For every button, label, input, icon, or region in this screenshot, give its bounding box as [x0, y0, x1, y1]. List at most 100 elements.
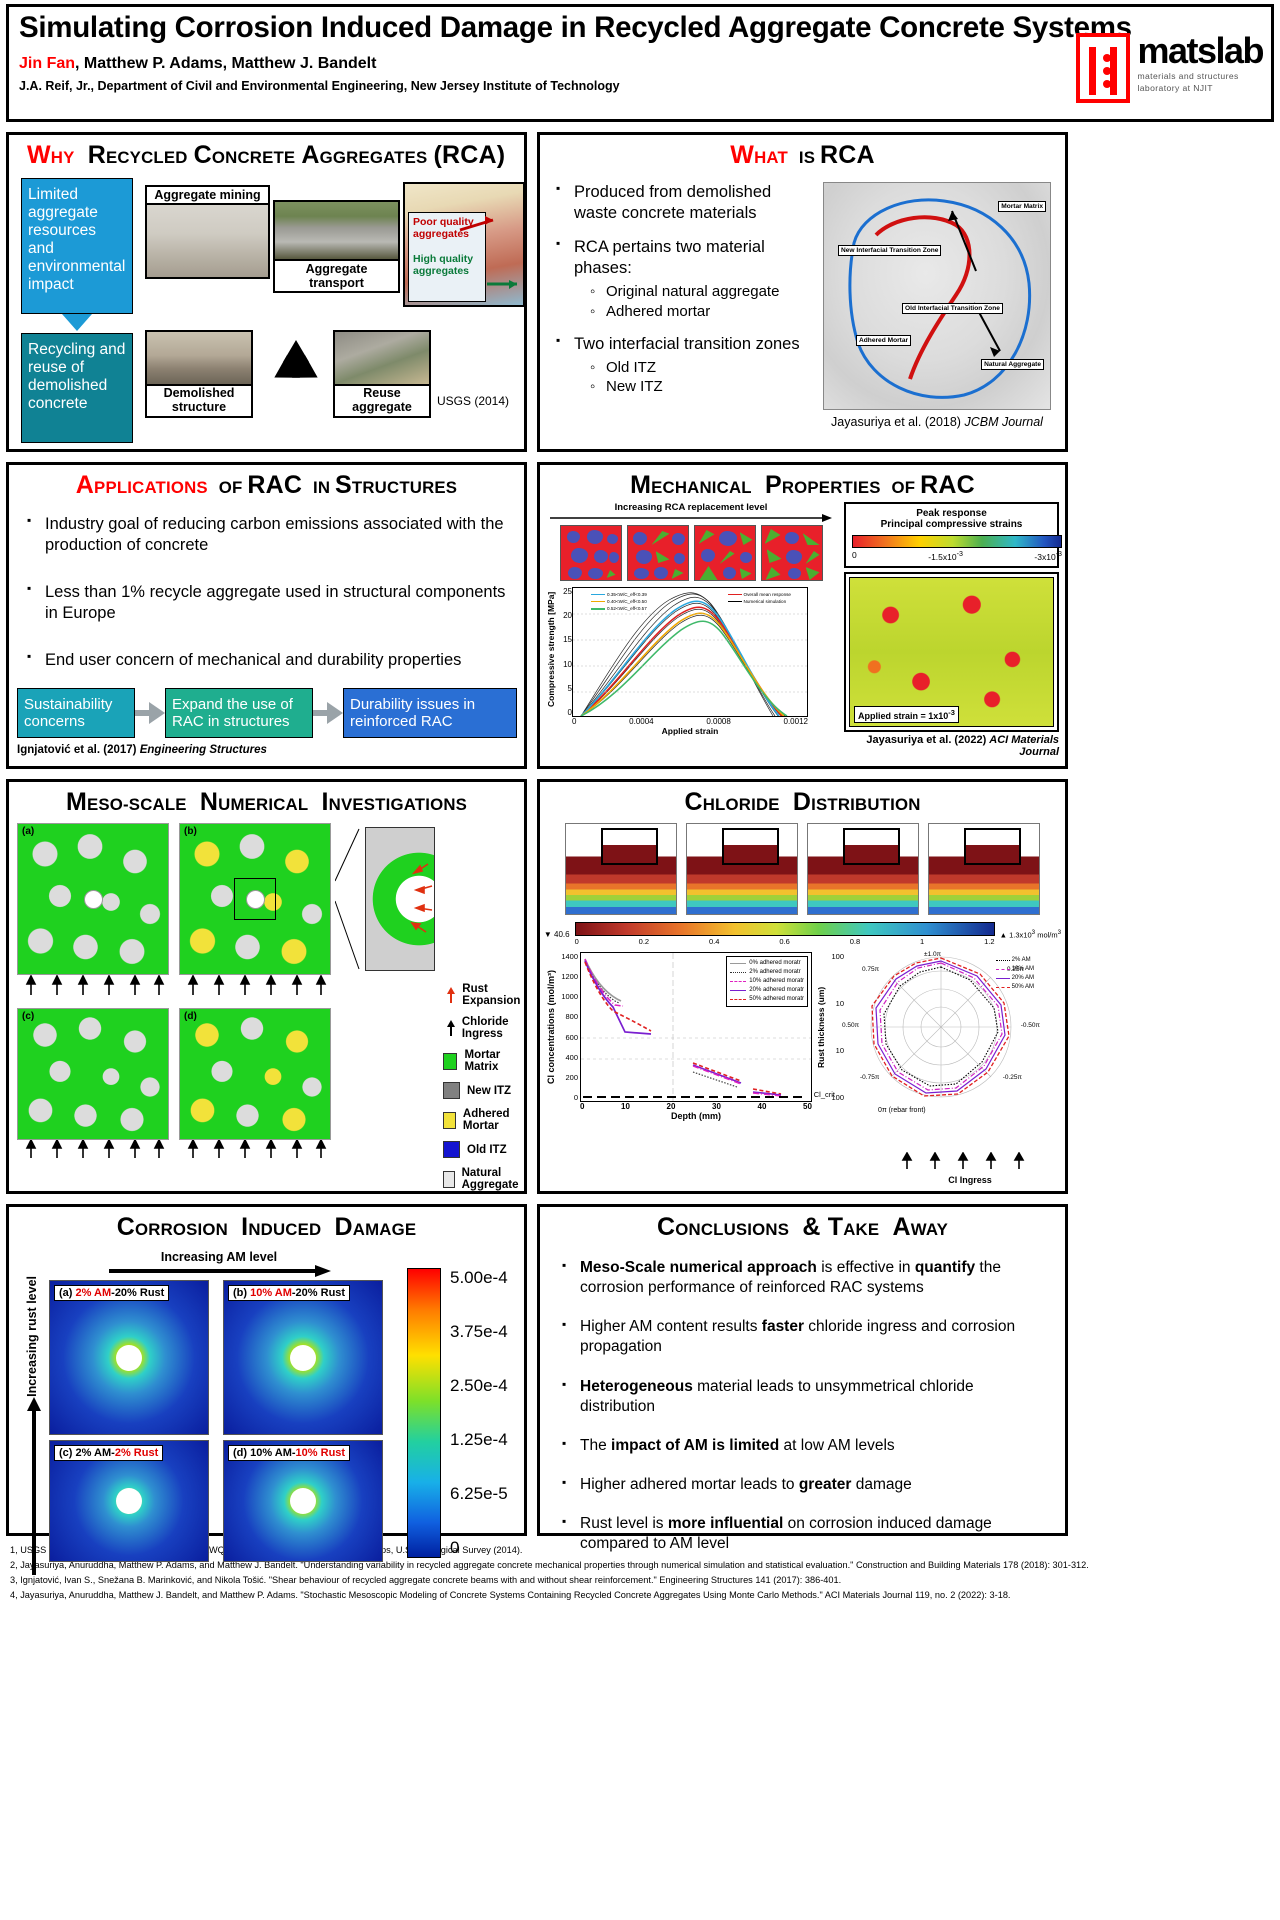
- cl-chart-ylabel: Cl concentrations (mol/m³): [546, 970, 556, 1085]
- conclusion-text: Higher AM content results: [580, 1318, 762, 1336]
- conclusion-text: is effective in: [816, 1259, 915, 1276]
- panel-why-title: WHY RECYCLED CONCRETE AGGREGATES (RCA): [27, 141, 506, 169]
- label-natural-aggregate: Natural Aggregate: [981, 359, 1044, 370]
- legend-label: Natural Aggregate: [461, 1167, 519, 1191]
- legend-label: New ITZ: [467, 1084, 512, 1097]
- panel-conclusions: CONCLUSIONS & TAKE AWAY Meso-Scale numer…: [537, 1204, 1068, 1552]
- legend-item: 10% adhered moratr: [749, 978, 804, 984]
- legend-item: 20% AM: [1011, 975, 1034, 981]
- damage-tiles-row-1: (a) 2% AM-20% Rust (b) 10% AM-20% Rust: [49, 1280, 389, 1435]
- damage-tile-b: (b) 10% AM-20% Rust: [223, 1280, 383, 1435]
- meso-figure-b: (b): [179, 823, 331, 975]
- legend-item: 0% adhered moratr: [749, 960, 801, 966]
- photo-demolished-structure: [147, 332, 251, 384]
- label-new-itz: New Interfacial Transition Zone: [838, 245, 942, 256]
- cbar-tick: 1.2: [984, 937, 995, 946]
- ytick: 0: [573, 1092, 578, 1102]
- logo-subtitle-1: materials and structures: [1137, 71, 1239, 81]
- chloride-colorbar-ticks: 0 0.2 0.4 0.6 0.8 1 1.2: [575, 937, 995, 946]
- conclusion-text: more influential: [667, 1515, 784, 1533]
- meso-figure-c: (c): [17, 1008, 169, 1140]
- subplot-label-c: (c): [22, 1011, 35, 1022]
- legend-row-adhered-mortar: Adhered Mortar: [443, 1108, 525, 1132]
- cbar-tick: 0.4: [709, 937, 720, 946]
- xtick: 0: [580, 1102, 585, 1111]
- coauthors: , Matthew P. Adams, Matthew J. Bandelt: [75, 55, 377, 72]
- page-title: Simulating Corrosion Induced Damage in R…: [19, 11, 1132, 44]
- cbar-tick: 2.50e-4: [450, 1376, 508, 1395]
- list-item: Two interfacial transition zones Old ITZ…: [556, 333, 817, 397]
- subplot-label-a: (a): [22, 826, 35, 837]
- ytick: 1200: [561, 972, 578, 982]
- subplot-label-d: (d): [184, 1011, 197, 1022]
- conclusion-item: Higher AM content results faster chlorid…: [562, 1317, 1047, 1357]
- conclusions-list: Meso-Scale numerical approach is effecti…: [540, 1242, 1065, 1554]
- legend-item: Overall mean response: [743, 592, 792, 597]
- cbar-tick: 0: [574, 937, 579, 946]
- legend-title-2: Principal compressive strains: [880, 519, 1023, 530]
- chart-compressive-strength: Compressive strength [MPa] 25 20 15 10 5…: [546, 587, 836, 736]
- conclusion-item: Meso-Scale numerical approach is effecti…: [562, 1258, 1047, 1298]
- sub-item: New ITZ: [590, 377, 817, 396]
- conclusion-text: faster: [761, 1318, 804, 1336]
- chart-xlabel: Applied strain: [661, 726, 719, 736]
- photo-quality-map: Poor quality aggregates High quality agg…: [405, 184, 523, 305]
- label-mortar-matrix: Mortar Matrix: [998, 201, 1046, 212]
- panel-applications: APPLICATIONS OF RAC IN STRUCTURES Indust…: [6, 462, 527, 769]
- cl-chart-legend: 0% adhered moratr 2% adhered moratr 10% …: [726, 956, 808, 1007]
- polar-angle-0.50: 0.50π: [842, 1022, 860, 1029]
- conclusion-text: damage: [851, 1475, 912, 1493]
- poster-row-4: CORROSION INDUCED DAMAGE Increasing rust…: [6, 1204, 1274, 1575]
- cl-chart-yticks: 0 200 400 600 800 1000 1200 1400: [556, 952, 580, 1102]
- conclusion-item: Heterogeneous material leads to unsymmet…: [562, 1377, 1047, 1417]
- figure-aggregate-transport: Aggregate transport: [273, 200, 400, 293]
- poster-row-1: WHY RECYCLED CONCRETE AGGREGATES (RCA) L…: [6, 132, 1274, 452]
- chain-arrow-2-icon: [327, 701, 343, 724]
- legend-label: Old ITZ: [467, 1143, 507, 1156]
- legend-item: 2% adhered moratr: [749, 969, 801, 975]
- strain-field-image: Applied strain = 1x10-3: [849, 576, 1054, 727]
- label-increasing-rca: Increasing RCA replacement level: [614, 502, 768, 513]
- what-bullet-list: Produced from demolished waste concrete …: [556, 181, 817, 429]
- meso-figure-a: (a): [17, 823, 169, 975]
- cbar-tick: 0.2: [638, 937, 650, 946]
- swatch-new-itz: [443, 1082, 460, 1099]
- polar-angle-0.75: 0.75π: [862, 966, 880, 973]
- credit-what-panel: Jayasuriya et al. (2018) JCBM Journal: [823, 415, 1051, 429]
- damage-tile-c-label: (c) 2% AM-2% Rust: [54, 1445, 164, 1461]
- credit-journal: Engineering Structures: [139, 744, 267, 757]
- poster-header: Simulating Corrosion Induced Damage in R…: [6, 4, 1274, 122]
- flow-box-limited-resources: Limited aggregate resources and environm…: [21, 178, 133, 314]
- ytick: 400: [565, 1052, 578, 1062]
- chloride-ingress-arrows-c-icon: [25, 1138, 165, 1158]
- poster-root: Simulating Corrosion Induced Damage in R…: [0, 0, 1280, 1920]
- conclusion-text: The: [580, 1436, 612, 1454]
- meso-tile-1: [626, 525, 689, 581]
- chart-yticks: 25 20 15 10 5 0: [556, 587, 572, 717]
- figure-reuse-aggregate: Reuse aggregate: [333, 330, 431, 418]
- legend-item: 50% AM: [1011, 984, 1034, 990]
- chloride-colorbar: [574, 922, 995, 936]
- label-increasing-am: Increasing AM level: [160, 1250, 278, 1264]
- xtick: 10: [621, 1102, 630, 1111]
- list-item: Produced from demolished waste concrete …: [556, 181, 817, 224]
- damage-tile-a-label: (a) 2% AM-20% Rust: [54, 1285, 170, 1301]
- applications-flow-chain: Sustainability concerns Expand the use o…: [9, 687, 524, 739]
- photo-reuse-aggregate: [335, 332, 429, 384]
- legend-item: 0.40<W/C_eff<0.50: [607, 599, 647, 605]
- rtick: 10: [835, 1046, 844, 1055]
- chart-plot-area: 0.35<W/C_eff<0.39 0.40<W/C_eff<0.50 0.52…: [572, 587, 808, 717]
- damage-tile-b-label: (b) 10% AM-20% Rust: [228, 1285, 351, 1301]
- chain-arrow-1-icon: [149, 701, 165, 724]
- caption-demolished-structure: Demolished structure: [147, 384, 251, 416]
- damage-colorbar: [407, 1268, 441, 1558]
- strain-colorbar: [852, 535, 1062, 548]
- cbar-right-label: ▲ 1.3x103 mol/m3: [999, 928, 1062, 940]
- photo-aggregate-mining: [147, 205, 268, 277]
- panel-mesoscale: MESO-SCALE NUMERICAL INVESTIGATIONS (a): [6, 779, 527, 1194]
- credit-text: Ignjatović et al. (2017): [17, 744, 140, 757]
- chloride-charts-row: Cl concentrations (mol/m³) 0 200 400 600…: [540, 951, 1065, 1121]
- xtick: 0.0004: [629, 717, 654, 726]
- credit-mech-panel: Jayasuriya et al. (2022) ACI Materials J…: [844, 734, 1059, 758]
- panel-chloride-title: CHLORIDE DISTRIBUTION: [684, 788, 921, 816]
